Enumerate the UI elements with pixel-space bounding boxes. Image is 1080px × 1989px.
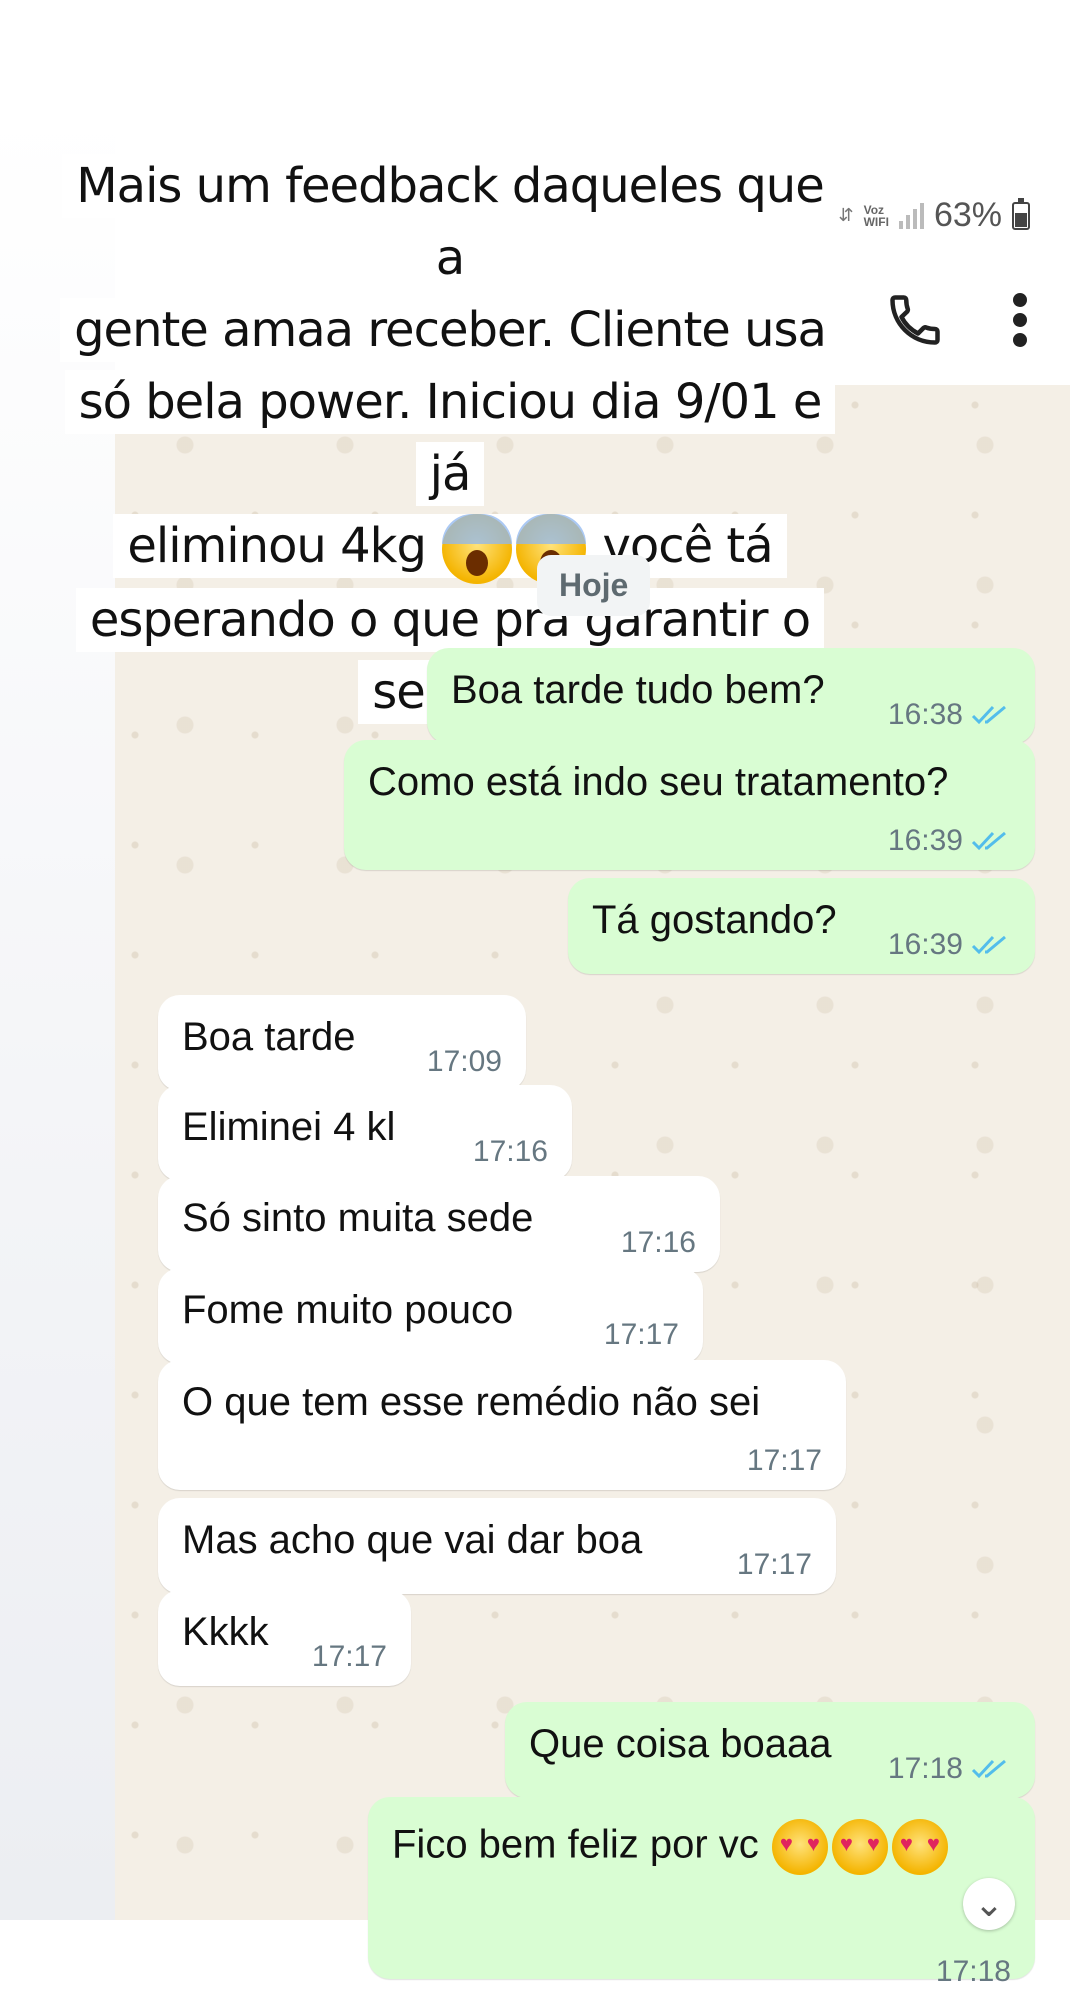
message-meta: 16:38 — [888, 698, 1011, 732]
message-time: 17:16 — [472, 1135, 548, 1168]
smiling-face-with-hearts-icon — [891, 1819, 948, 1875]
message-text: Só sinto muita sede — [182, 1196, 534, 1240]
caption-text: eliminou 4kg — [127, 518, 427, 574]
caption-line: só bela power. Iniciou dia 9/01 e já — [64, 370, 836, 506]
message-time: 17:18 — [887, 1752, 963, 1785]
message-meta: 17:09 — [427, 1045, 502, 1079]
message-bubble-outgoing[interactable]: Como está indo seu tratamento? 16:39 — [344, 740, 1035, 870]
date-separator: Hoje — [537, 555, 651, 616]
read-receipt-icon — [971, 831, 1006, 851]
caption-line: eliminou 4kg você tá — [113, 514, 787, 584]
message-meta: 17:16 — [621, 1226, 696, 1260]
message-text: Boa tarde — [182, 1015, 356, 1059]
battery-percent: 63% — [933, 196, 1002, 234]
message-bubble-incoming[interactable]: Eliminei 4 kl 17:16 — [158, 1085, 572, 1181]
message-bubble-incoming[interactable]: Boa tarde 17:09 — [158, 995, 526, 1091]
message-text: Tá gostando? — [592, 898, 837, 942]
smiling-face-with-hearts-icon — [831, 1819, 888, 1875]
message-text: Fome muito pouco — [182, 1288, 514, 1332]
message-meta: 17:17 — [737, 1548, 812, 1582]
scroll-down-button[interactable]: ⌄ — [963, 1878, 1015, 1930]
message-time: 16:39 — [887, 928, 963, 961]
battery-icon — [1012, 197, 1030, 230]
message-meta: 16:39 — [888, 928, 1011, 962]
smiling-face-with-hearts-icon — [771, 1819, 828, 1875]
message-meta: 16:39 — [888, 824, 1011, 858]
message-time: 17:17 — [736, 1548, 812, 1581]
message-time: 16:38 — [887, 698, 963, 731]
message-meta: 17:16 — [473, 1135, 548, 1169]
read-receipt-icon — [971, 705, 1006, 725]
message-time: 17:17 — [311, 1640, 387, 1673]
chevron-down-icon: ⌄ — [973, 1883, 1005, 1924]
top-margin — [0, 0, 1080, 110]
cell-signal-icon — [898, 202, 924, 229]
message-text: Que coisa boaaa — [529, 1722, 832, 1766]
message-text: Eliminei 4 kl — [182, 1105, 396, 1149]
message-text: Fico bem feliz por vc — [392, 1822, 759, 1867]
message-meta: 17:18 — [936, 1955, 1011, 1989]
message-meta: 17:17 — [747, 1444, 822, 1478]
wifi-signal-icon: ⇵ — [838, 205, 854, 225]
message-bubble-outgoing[interactable]: Que coisa boaaa 17:18 — [505, 1702, 1035, 1798]
message-bubble-incoming[interactable]: Só sinto muita sede 17:16 — [158, 1176, 720, 1272]
caption-line: Mais um feedback daqueles que a — [62, 154, 838, 290]
message-time: 17:16 — [620, 1226, 696, 1259]
story-caption: Mais um feedback daqueles que a gente am… — [60, 150, 840, 728]
message-text: O que tem esse remédio não sei — [182, 1380, 761, 1424]
voz-wifi-label: Voz WIFI — [863, 202, 889, 229]
message-time: 17:09 — [426, 1045, 502, 1078]
message-text: Kkkk — [182, 1610, 269, 1654]
message-text: Boa tarde tudo bem? — [451, 668, 825, 712]
message-bubble-incoming[interactable]: Kkkk 17:17 — [158, 1590, 411, 1686]
message-time: 17:17 — [603, 1318, 679, 1351]
caption-line: gente amaa receber. Cliente usa — [60, 298, 840, 362]
more-vertical-icon[interactable] — [1005, 290, 1035, 350]
caption-line: esperando o que pra garantir o — [75, 588, 825, 652]
read-receipt-icon — [971, 1759, 1006, 1779]
message-time: 17:17 — [746, 1444, 822, 1477]
message-time: 17:18 — [935, 1955, 1011, 1988]
message-bubble-outgoing[interactable]: Tá gostando? 16:39 — [568, 878, 1035, 974]
message-bubble-outgoing[interactable]: Boa tarde tudo bem? 16:38 — [427, 648, 1035, 744]
message-bubble-incoming[interactable]: Mas acho que vai dar boa 17:17 — [158, 1498, 836, 1594]
read-receipt-icon — [971, 935, 1006, 955]
message-text: Como está indo seu tratamento? — [368, 760, 949, 804]
message-meta: 17:18 — [888, 1752, 1011, 1786]
phone-icon[interactable] — [885, 290, 945, 350]
message-meta: 17:17 — [604, 1318, 679, 1352]
face-screaming-in-fear-icon — [442, 514, 513, 584]
message-time: 16:39 — [887, 824, 963, 857]
message-meta: 17:17 — [312, 1640, 387, 1674]
status-bar: ⇵ Voz WIFI 63% — [839, 196, 1030, 235]
message-bubble-incoming[interactable]: Fome muito pouco 17:17 — [158, 1268, 703, 1364]
message-bubble-incoming[interactable]: O que tem esse remédio não sei 17:17 — [158, 1360, 846, 1490]
message-text: Mas acho que vai dar boa — [182, 1518, 643, 1562]
message-bubble-outgoing[interactable]: Fico bem feliz por vc 17:18 — [368, 1797, 1035, 1988]
